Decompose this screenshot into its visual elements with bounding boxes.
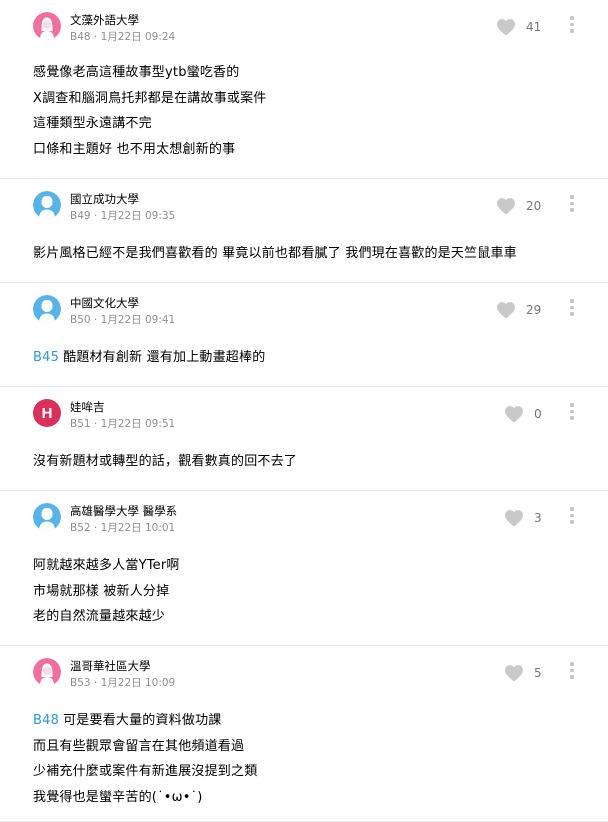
comment-text-line: B48 可是要看大量的資料做功課 — [33, 708, 257, 734]
more-vertical-icon[interactable] — [570, 195, 574, 213]
comment-text-line: 而且有些觀眾會留言在其他頻道看過 — [33, 734, 257, 760]
male-avatar-icon[interactable] — [33, 295, 61, 323]
like-count: 20 — [526, 199, 542, 213]
heart-icon[interactable] — [504, 664, 524, 682]
more-vertical-icon[interactable] — [570, 403, 574, 421]
comment-list: 文藻外語大學 B48 · 1月22日 09:24 41 感覺像老高這種故事型ytb蠻吃… — [0, 0, 608, 822]
comment-text-line: 影片風格已經不是我們喜歡看的 畢竟以前也都看膩了 我們現在喜歡的是天竺鼠車車 — [33, 241, 517, 267]
floor-number: B52 — [70, 522, 91, 534]
author-school[interactable]: 文藻外語大學 — [70, 12, 139, 28]
like-count: 0 — [534, 407, 542, 421]
like-button[interactable]: 41 — [496, 18, 541, 36]
comment-text-line: 口條和主題好 也不用太想創新的事 — [33, 137, 267, 163]
like-button[interactable]: 3 — [504, 509, 542, 527]
more-vertical-icon[interactable] — [570, 662, 574, 680]
comment-text-line: 老的自然流量越來越少 — [33, 604, 180, 630]
like-count: 5 — [534, 666, 542, 680]
comment-timestamp: 1月22日 10:01 — [100, 522, 176, 534]
comment-text: 而且有些觀眾會留言在其他頻道看過 — [33, 738, 245, 754]
female-avatar-icon[interactable] — [33, 658, 61, 686]
comment-text-line: B45 酷題材有創新 還有加上動畫超棒的 — [33, 345, 265, 371]
author-school[interactable]: 娃哞吉 — [70, 399, 105, 415]
comment-text: 口條和主題好 也不用太想創新的事 — [33, 141, 236, 157]
comment-item: 國立成功大學 B49 · 1月22日 09:35 20 影片風格已經不是我們喜歡看的 … — [0, 179, 608, 283]
like-button[interactable]: 29 — [496, 301, 541, 319]
like-button[interactable]: 5 — [504, 664, 542, 682]
male-avatar-icon[interactable] — [33, 503, 61, 531]
heart-icon[interactable] — [496, 18, 516, 36]
comment-text-line: 市場就那樣 被新人分掉 — [33, 579, 180, 605]
comment-text-line: X調查和腦洞鳥托邦都是在講故事或案件 — [33, 86, 267, 112]
comment-body: 阿就越來越多人當YTer啊 市場就那樣 被新人分掉 老的自然流量越來越少 — [33, 553, 180, 630]
male-avatar-icon[interactable] — [33, 191, 61, 219]
comment-text-line: 我覺得也是蠻辛苦的(˙•ω•˙) — [33, 785, 257, 811]
comment-body: B48 可是要看大量的資料做功課而且有些觀眾會留言在其他頻道看過 少補充什麼或案件有… — [33, 708, 257, 810]
comment-meta: B48 · 1月22日 09:24 — [70, 31, 176, 43]
author-school[interactable]: 國立成功大學 — [70, 191, 139, 207]
avatar[interactable]: H — [33, 399, 61, 427]
floor-number: B53 — [70, 677, 91, 689]
more-vertical-icon[interactable] — [570, 299, 574, 317]
floor-number: B50 — [70, 314, 91, 326]
female-avatar-icon[interactable] — [33, 12, 61, 40]
comment-body: 影片風格已經不是我們喜歡看的 畢竟以前也都看膩了 我們現在喜歡的是天竺鼠車車 — [33, 241, 517, 267]
like-button[interactable]: 0 — [504, 405, 542, 423]
comment-text-line: 感覺像老高這種故事型ytb蠻吃香的 — [33, 60, 267, 86]
author-school[interactable]: 溫哥華社區大學 — [70, 658, 151, 674]
like-count: 41 — [526, 20, 542, 34]
comment-timestamp: 1月22日 09:41 — [100, 314, 176, 326]
floor-reference-link[interactable]: B45 — [33, 350, 59, 365]
comment-text-line: 沒有新題材或轉型的話，觀看數真的回不去了 — [33, 449, 297, 475]
comment-meta: B49 · 1月22日 09:35 — [70, 210, 176, 222]
like-count: 29 — [526, 303, 542, 317]
comment-body: 沒有新題材或轉型的話，觀看數真的回不去了 — [33, 449, 297, 475]
comment-meta: B50 · 1月22日 09:41 — [70, 314, 176, 326]
more-vertical-icon[interactable] — [570, 507, 574, 525]
heart-icon[interactable] — [496, 301, 516, 319]
comment-text-line: 這種類型永遠講不完 — [33, 111, 267, 137]
comment-text: X調查和腦洞鳥托邦都是在講故事或案件 — [33, 90, 267, 106]
comment-body: 感覺像老高這種故事型ytb蠻吃香的 X調查和腦洞鳥托邦都是在講故事或案件 這種類型永… — [33, 60, 267, 162]
more-vertical-icon[interactable] — [570, 16, 574, 34]
comment-text-line: 少補充什麼或案件有新進展沒提到之類 — [33, 759, 257, 785]
author-school[interactable]: 高雄醫學大學 醫學系 — [70, 503, 177, 519]
floor-number: B48 — [70, 31, 91, 43]
comment-text: 市場就那樣 被新人分掉 — [33, 583, 170, 599]
comment-timestamp: 1月22日 09:24 — [100, 31, 176, 43]
comment-text: 這種類型永遠講不完 — [33, 116, 152, 131]
comment-text: 影片風格已經不是我們喜歡看的 畢竟以前也都看膩了 我們現在喜歡的是天竺鼠車車 — [33, 246, 517, 261]
floor-number: B49 — [70, 210, 91, 222]
comment-item: H 娃哞吉 B51 · 1月22日 09:51 0 沒有新題材或轉型的話，觀看數真的回不… — [0, 387, 608, 491]
heart-icon[interactable] — [504, 405, 524, 423]
comment-item: 高雄醫學大學 醫學系 B52 · 1月22日 10:01 3 阿就越來越多人當YTer… — [0, 491, 608, 646]
comment-text: 可是要看大量的資料做功課 — [63, 713, 222, 728]
floor-number: B51 — [70, 418, 91, 430]
comment-meta: B52 · 1月22日 10:01 — [70, 522, 176, 534]
like-button[interactable]: 20 — [496, 197, 541, 215]
author-school[interactable]: 中國文化大學 — [70, 295, 139, 311]
heart-icon[interactable] — [496, 197, 516, 215]
comment-timestamp: 1月22日 09:35 — [100, 210, 176, 222]
comment-text: 沒有新題材或轉型的話，觀看數真的回不去了 — [33, 454, 298, 469]
comment-text: 酷題材有創新 還有加上動畫超棒的 — [63, 350, 266, 365]
comment-meta: B51 · 1月22日 09:51 — [70, 418, 176, 430]
comment-body: B45 酷題材有創新 還有加上動畫超棒的 — [33, 345, 265, 371]
comment-text-line: 阿就越來越多人當YTer啊 — [33, 553, 180, 579]
comment-meta: B53 · 1月22日 10:09 — [70, 677, 176, 689]
like-count: 3 — [534, 511, 542, 525]
comment-item: 中國文化大學 B50 · 1月22日 09:41 29 B45 酷題材有創新 還有加上動… — [0, 283, 608, 387]
comment-timestamp: 1月22日 10:09 — [100, 677, 176, 689]
comment-text: 老的自然流量越來越少 — [33, 609, 166, 624]
comment-text: 阿就越來越多人當YTer啊 — [33, 558, 180, 573]
comment-text: 我覺得也是蠻辛苦的(˙•ω•˙) — [33, 789, 203, 805]
comment-item: 文藻外語大學 B48 · 1月22日 09:24 41 感覺像老高這種故事型ytb蠻吃… — [0, 0, 608, 179]
comment-timestamp: 1月22日 09:51 — [100, 418, 176, 430]
avatar-letter: H — [41, 404, 53, 422]
comment-item: 溫哥華社區大學 B53 · 1月22日 10:09 5 B48 可是要看大量的資料做功課… — [0, 646, 608, 822]
heart-icon[interactable] — [504, 509, 524, 527]
comment-text: 感覺像老高這種故事型ytb蠻吃香的 — [33, 65, 240, 80]
comment-text: 少補充什麼或案件有新進展沒提到之類 — [33, 764, 258, 779]
floor-reference-link[interactable]: B48 — [33, 713, 59, 728]
